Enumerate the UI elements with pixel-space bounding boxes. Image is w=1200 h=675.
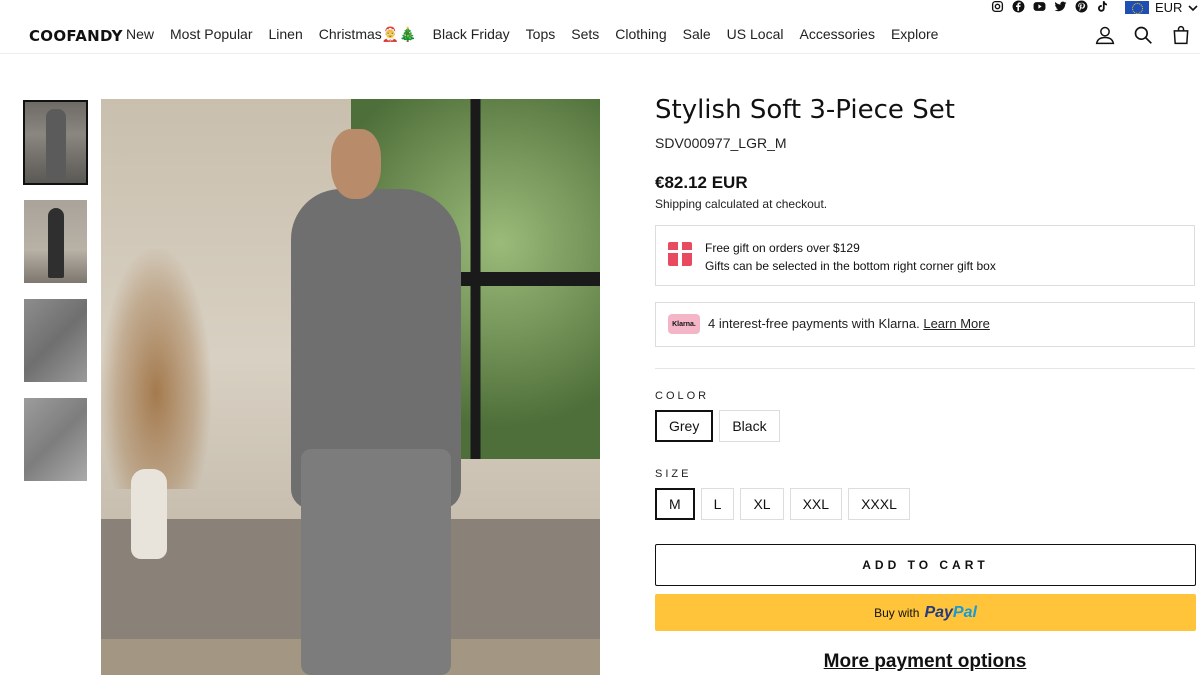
gift-line-1: Free gift on orders over $129 [705,241,860,255]
klarna-message: 4 interest-free payments with Klarna. [708,316,920,331]
pinterest-icon[interactable] [1074,0,1089,13]
search-icon[interactable] [1132,24,1154,46]
nav-item-clothing[interactable]: Clothing [615,26,666,43]
tiktok-icon[interactable] [1095,0,1110,13]
product-thumbnail[interactable] [24,299,87,382]
nav-item-linen[interactable]: Linen [269,26,303,43]
nav-item-black-friday[interactable]: Black Friday [433,26,510,43]
size-label: SIZE [655,468,692,480]
product-thumbnail[interactable] [23,100,88,185]
header-actions [1094,24,1192,46]
klarna-logo-icon: Klarna. [668,314,700,334]
more-payment-options-link[interactable]: More payment options [655,651,1195,673]
color-option-black[interactable]: Black [719,410,780,442]
nav-item-explore[interactable]: Explore [891,26,938,43]
facebook-icon[interactable] [1011,0,1026,13]
shipping-note: Shipping calculated at checkout. [655,197,828,211]
paypal-logo-icon: PayPal [924,603,977,621]
nav-item-new[interactable]: New [126,26,154,43]
currency-code: EUR [1155,0,1183,15]
image-pampas [101,249,211,489]
youtube-icon[interactable] [1032,0,1047,13]
nav-item-us-local[interactable]: US Local [727,26,784,43]
nav-item-christmas[interactable]: Christmas🤶🎄 [319,26,417,43]
chevron-down-icon [1188,0,1199,15]
klarna-learn-more-link[interactable]: Learn More [923,316,989,331]
product-title: Stylish Soft 3-Piece Set [655,95,955,125]
gift-promo: Free gift on orders over $129 Gifts can … [655,225,1195,286]
nav-item-accessories[interactable]: Accessories [799,26,874,43]
size-options: M L XL XXL XXXL [655,488,1195,520]
product-main-image[interactable] [101,99,600,675]
paypal-prefix: Buy with [874,605,920,620]
size-option-xxl[interactable]: XXL [789,488,843,520]
gift-line-2: Gifts can be selected in the bottom righ… [705,259,996,273]
product-thumbnails [23,100,88,497]
nav-item-tops[interactable]: Tops [526,26,556,43]
instagram-icon[interactable] [990,0,1005,13]
currency-selector[interactable]: EUR [1125,0,1199,15]
color-label: COLOR [655,390,710,402]
product-info: Stylish Soft 3-Piece Set SDV000977_LGR_M… [655,95,1196,673]
eu-flag-icon [1125,1,1149,14]
product-price: €82.12 EUR [655,173,748,192]
size-option-l[interactable]: L [700,488,735,520]
social-links [990,0,1110,13]
image-vase [131,469,167,559]
utility-bar: EUR [0,0,1200,15]
image-model [271,129,491,675]
size-option-xxxl[interactable]: XXXL [848,488,910,520]
cart-icon[interactable] [1170,24,1192,46]
gift-icon [668,242,692,266]
product-sku: SDV000977_LGR_M [655,135,787,151]
divider [655,368,1195,369]
main-menu: New Most Popular Linen Christmas🤶🎄 Black… [126,26,938,43]
header-nav: COOFANDY New Most Popular Linen Christma… [0,14,1200,54]
color-option-grey[interactable]: Grey [655,410,714,442]
size-option-xl[interactable]: XL [740,488,784,520]
klarna-promo: Klarna. 4 interest-free payments with Kl… [655,302,1195,347]
nav-item-most-popular[interactable]: Most Popular [170,26,252,43]
product-thumbnail[interactable] [24,398,87,481]
klarna-text: 4 interest-free payments with Klarna. Le… [708,316,990,331]
gift-text: Free gift on orders over $129 Gifts can … [705,239,996,275]
add-to-cart-button[interactable]: ADD TO CART [655,544,1196,586]
nav-item-sale[interactable]: Sale [683,26,711,43]
size-option-m[interactable]: M [655,488,695,520]
brand-logo[interactable]: COOFANDY [29,27,123,45]
nav-item-sets[interactable]: Sets [571,26,599,43]
product-thumbnail[interactable] [24,200,87,283]
twitter-icon[interactable] [1053,0,1068,13]
paypal-button[interactable]: Buy with PayPal [655,594,1196,631]
account-icon[interactable] [1094,24,1116,46]
color-options: Grey Black [655,410,1195,442]
